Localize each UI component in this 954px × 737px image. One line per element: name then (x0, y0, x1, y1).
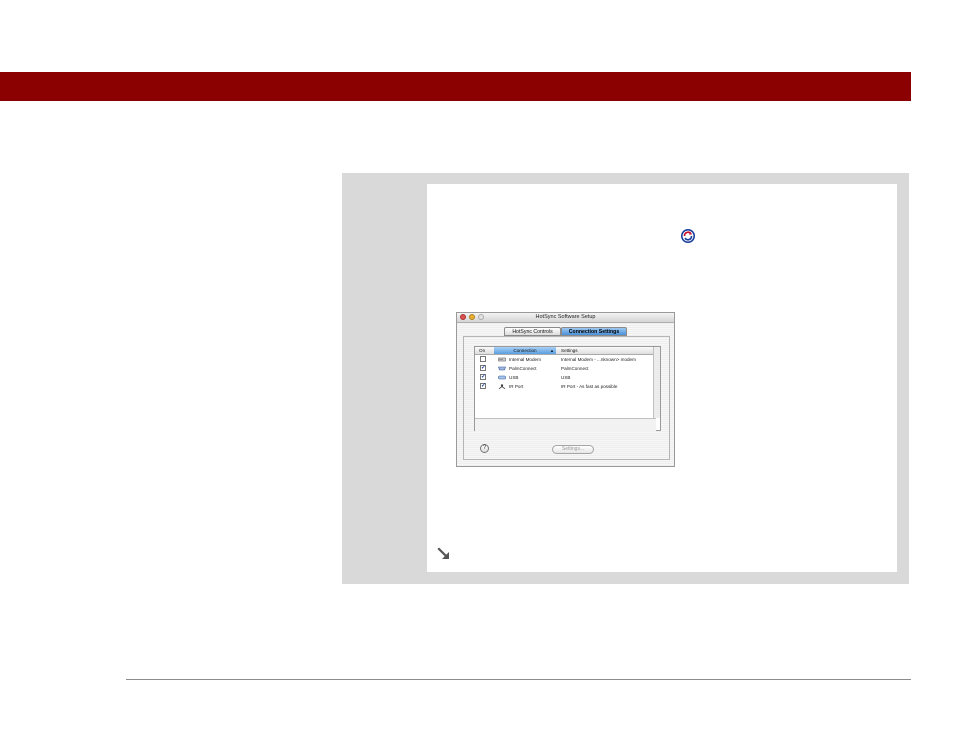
connection-setting: IR Port - As fast as possible (561, 384, 618, 389)
list-item: ✓ IR Port IR Port - As fast as possible (475, 382, 656, 391)
connection-settings-pane: On Connection ▲ Settings Internal Modem (463, 336, 670, 460)
column-header-connection: Connection (494, 347, 556, 354)
help-button: ? (480, 444, 489, 453)
ir-port-icon (498, 384, 506, 389)
enable-checkbox: ✓ (480, 383, 487, 389)
list-item: Internal Modem Internal Modem - ...nknow… (475, 355, 656, 364)
vertical-scrollbar (653, 347, 660, 418)
connection-name: USB (509, 375, 519, 380)
modem-icon (498, 357, 506, 362)
list-header: On Connection ▲ Settings (475, 347, 656, 355)
connection-name: IR Port (509, 384, 524, 389)
header-bar (0, 72, 911, 101)
serial-port-icon (498, 366, 506, 371)
list-item: ✓ USB USB (475, 373, 656, 382)
connection-name: Internal Modem (509, 357, 541, 362)
connection-name: PalmConnect (509, 366, 537, 371)
list-item: ✓ PalmConnect PalmConnect (475, 364, 656, 373)
sort-indicator-icon: ▲ (550, 348, 554, 353)
enable-checkbox: ✓ (480, 365, 487, 371)
dialog-titlebar: HotSync Software Setup (457, 313, 674, 323)
hotsync-icon (681, 229, 695, 243)
footer-rule (126, 679, 911, 680)
enable-checkbox (480, 356, 486, 362)
hotsync-setup-dialog: HotSync Software Setup HotSync Controls … (456, 312, 675, 467)
tab-hotsync-controls: HotSync Controls (504, 327, 561, 336)
content-panel: HotSync Software Setup HotSync Controls … (342, 173, 909, 584)
tab-connection-settings: Connection Settings (561, 327, 627, 336)
list-footer (475, 418, 656, 432)
connection-setting: USB (561, 375, 571, 380)
enable-checkbox: ✓ (480, 374, 487, 380)
connection-setting: PalmConnect (561, 366, 589, 371)
connection-setting: Internal Modem - ...nknown> modem (561, 357, 636, 362)
dialog-title: HotSync Software Setup (535, 314, 596, 320)
continue-arrow-icon[interactable] (437, 547, 451, 561)
column-header-settings: Settings (561, 348, 578, 353)
column-header-on: On (479, 348, 486, 353)
usb-icon (498, 375, 506, 380)
settings-button: Settings... (552, 445, 594, 454)
content-panel-body: HotSync Software Setup HotSync Controls … (427, 184, 897, 572)
connection-list: On Connection ▲ Settings Internal Modem (474, 346, 661, 432)
